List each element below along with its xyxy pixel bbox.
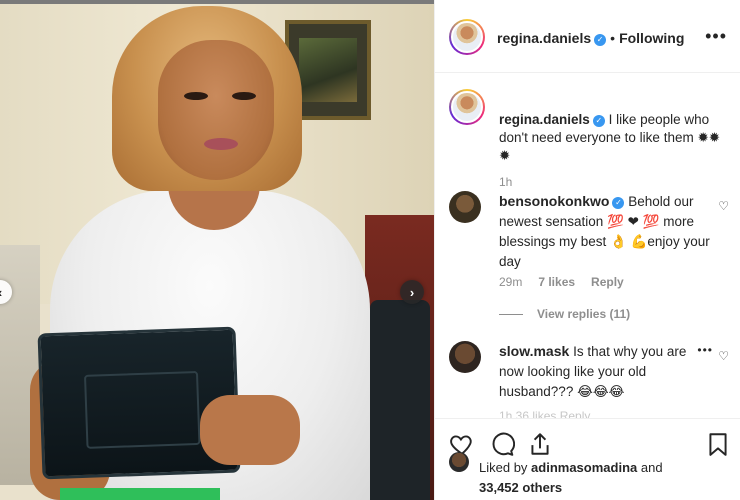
chevron-right-icon: ›	[409, 284, 415, 300]
author-username[interactable]: regina.daniels	[497, 30, 591, 46]
author-avatar[interactable]	[449, 19, 485, 55]
post-sidebar: regina.daniels ✓ • Following ••• regina.dan…	[434, 0, 740, 500]
caption-avatar[interactable]	[449, 89, 485, 125]
comment-avatar[interactable]	[449, 341, 481, 373]
post-photo[interactable]: ‹ ›	[0, 0, 434, 500]
liked-by-avatar[interactable]	[449, 452, 469, 472]
photo-eye-left	[184, 92, 208, 100]
comment-username[interactable]: slow.mask	[499, 343, 569, 359]
comment-avatar[interactable]	[449, 191, 481, 223]
verified-badge-icon: ✓	[594, 33, 607, 46]
liked-by-prefix: Liked by	[479, 460, 528, 475]
post-header: regina.daniels ✓ • Following •••	[435, 0, 740, 73]
photo-eye-right	[232, 92, 256, 100]
comment-icon[interactable]	[489, 431, 515, 457]
share-icon[interactable]	[527, 431, 553, 457]
verified-badge-icon: ✓	[612, 197, 625, 209]
photo-lips	[204, 138, 238, 150]
photo-cloth	[60, 488, 220, 500]
next-photo-button[interactable]: ›	[400, 280, 424, 304]
comment-time[interactable]: 29m	[499, 275, 522, 289]
comment-like-icon[interactable]: ♡	[718, 199, 729, 213]
comment-body: slow.mask Is that why you are now lookin…	[499, 341, 711, 402]
photo-face	[158, 40, 274, 180]
liked-by-username[interactable]: adinmasomadina	[531, 460, 637, 475]
more-options-icon[interactable]: •••	[705, 26, 727, 47]
liked-by-others[interactable]: 33,452 others	[479, 480, 562, 495]
caption-time[interactable]: 1h	[499, 175, 512, 189]
comment-more-icon[interactable]: •••	[697, 343, 713, 357]
liked-by-and: and	[640, 460, 663, 475]
comment-likes[interactable]: 7 likes	[538, 275, 575, 289]
following-button[interactable]: Following	[619, 30, 684, 46]
separator-dot: •	[610, 30, 616, 46]
comment-like-icon[interactable]: ♡	[718, 349, 729, 363]
comment-meta-partial: 1h 36 likes Reply	[499, 409, 591, 418]
verified-badge-icon: ✓	[592, 115, 605, 127]
chevron-left-icon: ‹	[0, 285, 2, 300]
comment-body: bensonokonkwo ✓ Behold our newest sensati…	[499, 191, 711, 272]
caption-username[interactable]: regina.daniels	[499, 112, 590, 127]
comments-list[interactable]: regina.daniels ✓ I like people who don't …	[435, 73, 740, 418]
bookmark-icon[interactable]	[705, 431, 731, 457]
replies-divider	[499, 313, 523, 315]
liked-by-text: Liked by adinmasomadina and 33,452 other…	[479, 458, 719, 498]
photo-hand	[200, 395, 300, 465]
comment-username[interactable]: bensonokonkwo	[499, 193, 609, 209]
author-name-row: regina.daniels ✓ • Following	[497, 30, 684, 48]
comment-meta: 29m 7 likes Reply	[499, 275, 640, 289]
view-replies-button[interactable]: View replies (11)	[499, 307, 630, 321]
photo-chair	[370, 300, 430, 500]
view-replies-label: View replies (11)	[537, 307, 631, 321]
reply-button[interactable]: Reply	[591, 275, 624, 289]
caption-text-block: regina.daniels ✓ I like people who don't …	[499, 111, 729, 165]
